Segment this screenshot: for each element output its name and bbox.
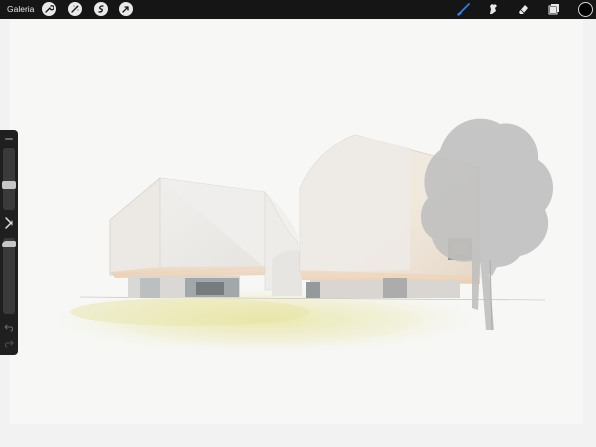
top-toolbar: Galeria (0, 0, 596, 19)
watercolor-sketch (10, 20, 583, 424)
adjustments-wand-icon[interactable] (68, 2, 82, 16)
layers-button[interactable] (546, 1, 562, 17)
brush-size-slider[interactable] (3, 148, 15, 210)
opacity-thumb[interactable] (2, 241, 16, 247)
gallery-button[interactable]: Galeria (7, 4, 34, 15)
brush-tool[interactable] (456, 1, 472, 17)
undo-icon[interactable] (4, 322, 14, 332)
actions-wrench-icon[interactable] (42, 2, 56, 16)
wrench-icon (45, 5, 54, 13)
selection-tool[interactable] (94, 2, 108, 16)
drawing-canvas[interactable] (10, 20, 583, 424)
brush-icon (457, 3, 470, 16)
opacity-slider[interactable] (3, 238, 15, 314)
magic-wand-icon (71, 5, 79, 13)
sidebar-handle[interactable] (5, 138, 13, 140)
layers-icon (548, 4, 559, 15)
chevron-right-icon (5, 217, 13, 229)
brush-sidebar (0, 130, 18, 355)
transform-arrow-icon (122, 6, 129, 13)
smudge-icon (490, 4, 497, 14)
color-picker-swatch[interactable] (578, 2, 593, 17)
transform-tool[interactable] (119, 2, 133, 16)
eraser-icon (519, 5, 528, 14)
modify-button[interactable] (2, 214, 16, 232)
redo-icon[interactable] (4, 338, 14, 348)
selection-icon (98, 5, 104, 13)
eraser-tool[interactable] (515, 1, 531, 17)
smudge-tool[interactable] (485, 1, 501, 17)
brush-size-thumb[interactable] (2, 181, 16, 189)
